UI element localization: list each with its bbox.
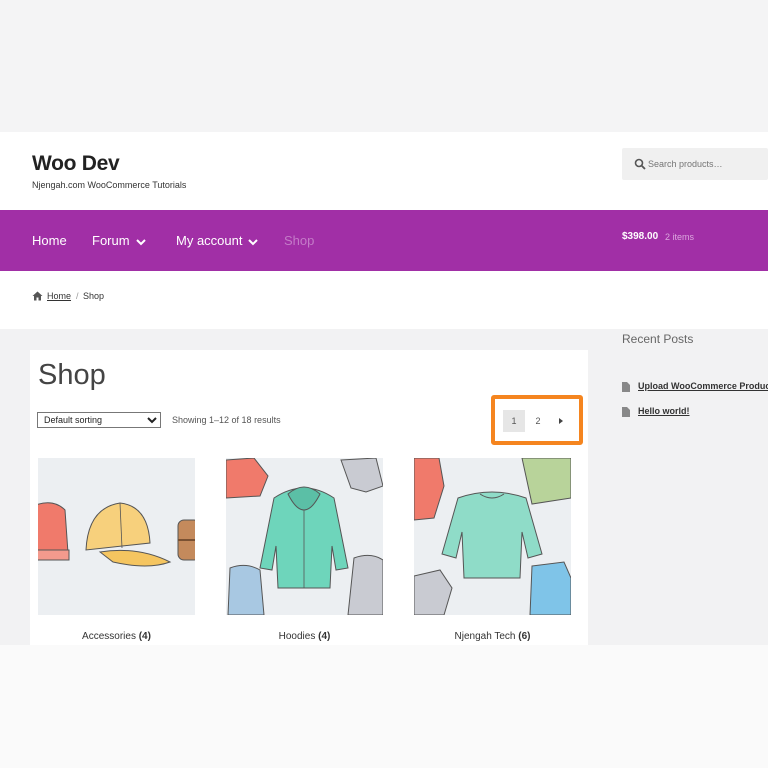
cart-item-count[interactable]: 2 items [665, 232, 694, 242]
bottom-margin [0, 645, 768, 768]
chevron-down-icon [248, 238, 259, 245]
nav-item-shop[interactable]: Shop [284, 233, 314, 248]
breadcrumb [0, 271, 768, 329]
product-search[interactable] [622, 148, 768, 180]
accessories-illustration [38, 458, 195, 615]
nav-item-my-account[interactable]: My account [176, 233, 259, 248]
product-image-accessories[interactable] [38, 458, 195, 615]
search-icon [634, 158, 646, 170]
product-title-hoodies[interactable]: Hoodies (4) [226, 631, 383, 642]
product-title-accessories[interactable]: Accessories (4) [38, 631, 195, 642]
nav-item-forum[interactable]: Forum [92, 233, 146, 248]
search-input[interactable] [648, 156, 760, 172]
hoodies-illustration [226, 458, 383, 615]
product-image-njengah-tech[interactable] [414, 458, 571, 615]
recent-post-item: Upload WooCommerce Product [622, 381, 768, 392]
shirts-illustration [414, 458, 571, 615]
next-page-button[interactable] [550, 410, 572, 432]
cart-total[interactable]: $398.00 [622, 231, 658, 242]
recent-post-link[interactable]: Upload WooCommerce Product [638, 381, 768, 391]
sorting-select[interactable]: Default sorting [37, 412, 161, 428]
caret-right-icon [559, 418, 563, 424]
breadcrumb-home-link[interactable]: Home [47, 291, 71, 301]
page-1-button[interactable]: 1 [503, 410, 525, 432]
sidebar-title: Recent Posts [622, 332, 694, 346]
document-icon [622, 381, 630, 392]
document-icon [622, 406, 630, 417]
nav-item-home[interactable]: Home [32, 233, 67, 248]
page-title: Shop [38, 359, 106, 391]
recent-post-link[interactable]: Hello world! [638, 406, 690, 416]
product-image-hoodies[interactable] [226, 458, 383, 615]
site-title[interactable]: Woo Dev [32, 152, 120, 176]
top-margin [0, 0, 768, 132]
result-count: Showing 1–12 of 18 results [172, 415, 281, 425]
page-2-button[interactable]: 2 [527, 410, 549, 432]
chevron-down-icon [135, 238, 146, 245]
product-title-njengah-tech[interactable]: Njengah Tech (6) [414, 631, 571, 642]
breadcrumb-current: Shop [83, 291, 105, 301]
breadcrumb-separator: / [76, 291, 79, 301]
site-tagline: Njengah.com WooCommerce Tutorials [32, 180, 187, 190]
recent-post-item: Hello world! [622, 406, 690, 417]
home-icon [32, 291, 43, 301]
